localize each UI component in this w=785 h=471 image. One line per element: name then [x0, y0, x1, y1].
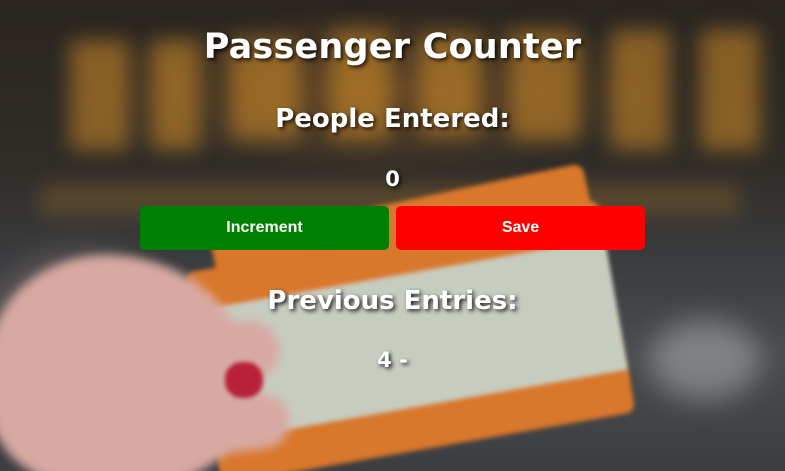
button-row: Increment Save [140, 206, 645, 250]
save-button[interactable]: Save [396, 206, 645, 250]
increment-button[interactable]: Increment [140, 206, 389, 250]
page-title: Passenger Counter [203, 27, 582, 67]
counter-panel: Passenger Counter People Entered: 0 Incr… [0, 0, 785, 471]
previous-entries-list: 4 - [377, 348, 408, 372]
previous-entries-heading: Previous Entries: [267, 286, 518, 316]
people-entered-heading: People Entered: [275, 104, 510, 134]
count-value: 0 [385, 167, 400, 191]
